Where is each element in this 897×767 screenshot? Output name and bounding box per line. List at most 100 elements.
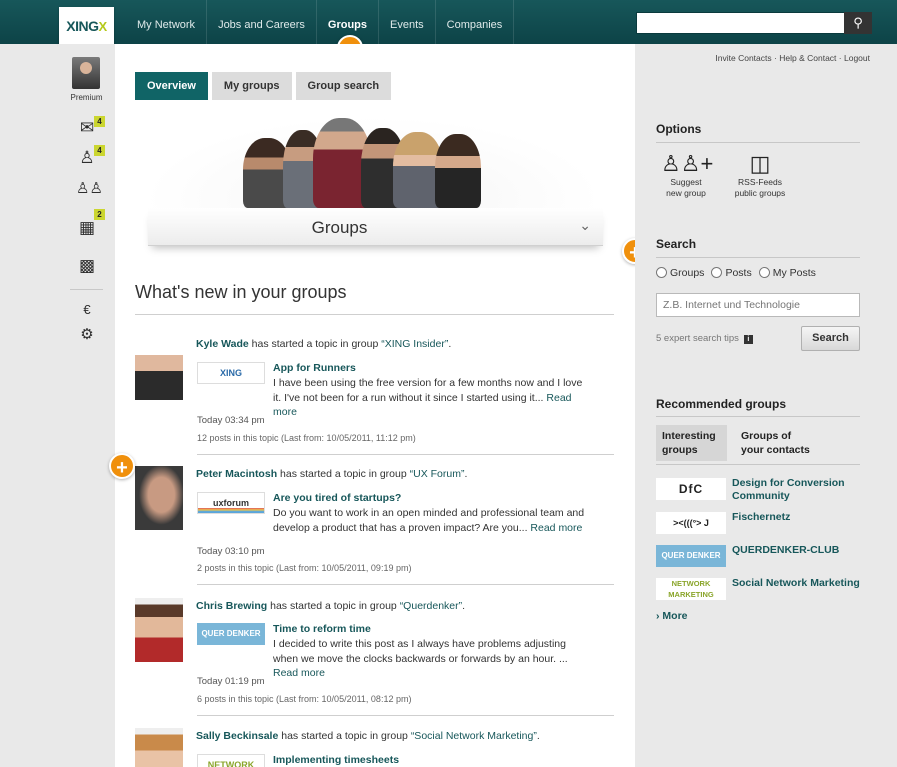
topic-link[interactable]: Are you tired of startups? [273,492,401,504]
item-divider [197,715,614,716]
groups-hero: Groups ⌄ [143,116,603,256]
user-photo[interactable] [135,336,183,400]
author-link[interactable]: Peter Macintosh [196,468,277,480]
hero-group-selector[interactable]: Groups ⌄ [148,208,603,246]
search-icon[interactable]: ⚲ [844,12,872,34]
topic-excerpt: I decided to write this post as I always… [273,637,591,681]
radio-button[interactable] [758,267,770,278]
suffix-text: . [448,338,452,350]
tab-interesting-groups[interactable]: Interesting groups [656,425,727,461]
suffix-text: . [536,730,540,742]
group-logo[interactable]: uxforum [197,492,265,514]
help-contact-link[interactable]: Help & Contact [779,53,836,63]
group-logo[interactable]: XING [197,362,265,384]
group-logo[interactable]: ><(((°> J [656,512,726,534]
group-logo[interactable]: NETWORK MARKETING [656,578,726,600]
calendar-badge: 2 [94,209,105,220]
group-link[interactable]: “Querdenker” [400,600,462,612]
calendar-icon[interactable]: ▦ [76,218,98,238]
more-groups-link[interactable]: › More [656,610,688,622]
tab-my-groups[interactable]: My groups [211,72,292,100]
search-heading: Search [656,237,697,251]
rss-line2: public groups [734,188,786,198]
options-heading: Options [656,122,702,136]
feed-item: Sally Beckinsale has started a topic in … [135,728,615,767]
options-divider [656,142,860,143]
suffix-text: . [464,468,468,480]
group-name-link[interactable]: Design for Conversion Community [732,477,862,503]
feed-item: Chris Brewing has started a topic in gro… [135,598,615,718]
post-count: 6 posts in this topic (Last from: 10/05/… [197,694,412,704]
plus-hotspot-feed[interactable]: + [109,453,135,479]
logo-text: XING [66,18,99,34]
read-more-link[interactable]: Read more [530,522,582,534]
nav-companies[interactable]: Companies [436,0,515,44]
radio-posts[interactable]: Posts [711,267,752,279]
read-more-link[interactable]: Read more [273,667,325,679]
suggest-group-option[interactable]: ♙♙+ Suggest new group [661,151,714,199]
group-name-link[interactable]: QUERDENKER-CLUB [732,544,862,557]
user-photo[interactable] [135,598,183,662]
group-logo[interactable]: QUER DENKER [197,623,265,645]
post-time: Today 01:19 pm [197,676,265,687]
group-name-link[interactable]: Fischernetz [732,511,862,524]
group-logo[interactable]: DfC [656,478,726,500]
excerpt-text: I have been using the free version for a… [273,377,583,404]
author-link[interactable]: Chris Brewing [196,600,267,612]
radio-button[interactable] [711,267,723,278]
group-link[interactable]: “XING Insider” [381,338,448,350]
logout-link[interactable]: Logout [844,53,870,63]
search-button[interactable]: Search [801,326,860,351]
rss-line1: RSS-Feeds [738,177,782,187]
tab-group-search[interactable]: Group search [295,72,392,100]
separator: · [838,53,842,63]
feed-item-header: Sally Beckinsale has started a topic in … [196,730,540,742]
group-logo[interactable]: QUER DENKER [656,545,726,567]
messages-badge: 4 [94,116,105,127]
group-link[interactable]: “Social Network Marketing” [411,730,537,742]
recommended-tabs-divider [656,464,860,465]
author-link[interactable]: Kyle Wade [196,338,249,350]
expert-tips[interactable]: 5 expert search tips i [656,333,753,344]
add-group-icon: ♙♙+ [661,151,714,176]
settings-gear-icon[interactable]: ⚙ [76,325,98,345]
rss-feeds-option[interactable]: ◫ RSS-Feeds public groups [730,151,790,199]
topic-link[interactable]: App for Runners [273,362,356,374]
nav-events[interactable]: Events [379,0,436,44]
group-name-link[interactable]: Social Network Marketing [732,577,862,590]
global-search-input[interactable] [637,13,844,33]
xing-logo[interactable]: XINGX [59,7,114,45]
user-photo[interactable] [135,728,183,767]
tab-overview[interactable]: Overview [135,72,208,100]
group-link[interactable]: “UX Forum” [410,468,465,480]
user-avatar[interactable] [72,57,100,89]
contacts-badge: 4 [94,145,105,156]
topic-link[interactable]: Time to reform time [273,623,371,635]
invite-contacts-link[interactable]: Invite Contacts [715,53,771,63]
billing-icon[interactable]: € [76,300,98,320]
group-logo[interactable]: NETWORK [197,754,265,767]
hero-title: Groups [311,218,368,237]
companies-icon[interactable]: ▩ [76,256,98,276]
recommended-divider [656,416,860,417]
group-search-input[interactable] [656,293,860,317]
feed-item: Peter Macintosh has started a topic in g… [135,466,615,586]
suggest-line1: Suggest [670,177,702,187]
nav-my-network[interactable]: My Network [126,0,208,44]
radio-my-posts[interactable]: My Posts [758,267,816,279]
feed-item-header: Kyle Wade has started a topic in group “… [196,338,451,350]
user-photo[interactable] [135,466,183,530]
radio-groups[interactable]: Groups [656,267,704,279]
tab-contacts-groups[interactable]: Groups of your contacts [741,429,810,457]
nav-jobs-and-careers[interactable]: Jobs and Careers [207,0,317,44]
post-count: 12 posts in this topic (Last from: 10/05… [197,433,416,443]
groups-icon[interactable]: ♙♙ [76,179,103,199]
radio-button[interactable] [656,267,667,278]
action-text: has started a topic in group [277,468,410,480]
author-link[interactable]: Sally Beckinsale [196,730,278,742]
tips-text: 5 expert search tips [656,333,739,344]
topic-link[interactable]: Implementing timesheets [273,754,399,766]
rss-icon: ◫ [749,151,771,176]
tab-line1: Groups of [741,430,792,442]
chevron-down-icon[interactable]: ⌄ [579,217,591,234]
